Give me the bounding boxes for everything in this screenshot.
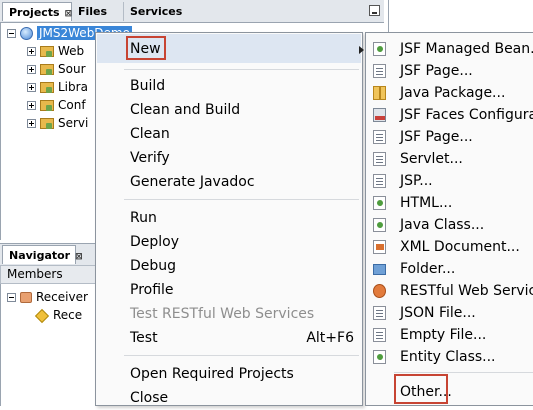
menu-item-run[interactable]: Run: [130, 208, 157, 230]
tree-node-label: Web: [58, 44, 85, 58]
menu-item-verify[interactable]: Verify: [130, 148, 170, 170]
empty-file-icon: [373, 328, 386, 342]
menu-item-clean[interactable]: Clean: [130, 124, 170, 146]
menu-separator: [394, 372, 533, 373]
jsp-icon: [373, 174, 386, 188]
field-icon: [34, 308, 50, 323]
submenu-item-html[interactable]: HTML...: [400, 193, 452, 213]
submenu-item-java-class[interactable]: Java Class...: [400, 215, 484, 235]
tab-files-label: Files: [78, 5, 108, 18]
jsf-page-icon: [373, 64, 386, 78]
tree-node-services[interactable]: Servi: [27, 114, 88, 132]
tree-node-label: Servi: [58, 116, 89, 130]
rest-icon: [373, 284, 386, 298]
test-shortcut: Alt+F6: [306, 330, 354, 346]
expand-icon[interactable]: [27, 83, 36, 92]
tree-node-class[interactable]: Receiver: [7, 288, 88, 306]
menu-item-build[interactable]: Build: [130, 76, 165, 98]
expand-icon[interactable]: [27, 65, 36, 74]
tree-node-libraries[interactable]: Libra: [27, 78, 88, 96]
submenu-item-jsf-page-2[interactable]: JSF Page...: [400, 127, 473, 147]
tree-node-label: Sour: [58, 62, 86, 76]
tab-navigator[interactable]: Navigator ⊠: [2, 245, 83, 264]
tab-projects[interactable]: Projects ⊠: [2, 2, 72, 21]
faces-config-icon: [373, 108, 386, 122]
submenu-item-java-package[interactable]: Java Package...: [400, 83, 505, 103]
expand-icon[interactable]: [27, 119, 36, 128]
tab-services-label: Services: [130, 5, 183, 18]
server-folder-icon: [40, 118, 54, 129]
submenu-item-xml-document[interactable]: XML Document...: [400, 237, 520, 257]
submenu-item-jsf-page[interactable]: JSF Page...: [400, 61, 473, 81]
menu-item-deploy[interactable]: Deploy: [130, 232, 179, 254]
tab-projects-label: Projects: [9, 6, 60, 19]
navigator-tree: Receiver Rece: [0, 284, 101, 406]
folder-icon: [373, 264, 386, 275]
submenu-item-servlet[interactable]: Servlet...: [400, 149, 463, 169]
tree-node-label: Libra: [58, 80, 88, 94]
tab-navigator-label: Navigator: [9, 249, 71, 262]
close-icon[interactable]: ⊠: [75, 252, 83, 262]
managed-bean-icon: [373, 42, 386, 56]
expand-icon[interactable]: [27, 101, 36, 110]
jsf-page-icon: [373, 130, 386, 144]
members-dropdown[interactable]: Members: [0, 265, 100, 284]
submenu-item-jsf-managed-bean[interactable]: JSF Managed Bean...: [400, 39, 533, 59]
java-class-icon: [373, 218, 386, 232]
tree-node-label: Receiver: [36, 290, 88, 304]
menu-item-test-restful: Test RESTful Web Services: [130, 306, 315, 322]
libraries-folder-icon: [40, 82, 54, 93]
submenu-item-json-file[interactable]: JSON File...: [400, 303, 476, 323]
submenu-item-entity-class[interactable]: Entity Class...: [400, 347, 496, 367]
submenu-item-faces-configuration[interactable]: JSF Faces Configurati: [400, 105, 533, 125]
menu-separator: [124, 69, 359, 70]
tree-node-member[interactable]: Rece: [34, 306, 83, 324]
submenu-arrow-icon: [359, 46, 364, 54]
collapse-icon[interactable]: [7, 293, 16, 302]
servlet-icon: [373, 152, 386, 166]
menu-item-generate-javadoc[interactable]: Generate Javadoc: [130, 172, 255, 194]
class-icon: [20, 292, 32, 303]
html-icon: [373, 196, 386, 210]
menu-separator: [124, 199, 359, 200]
submenu-item-jsp[interactable]: JSP...: [400, 171, 433, 191]
source-folder-icon: [40, 64, 54, 75]
entity-class-icon: [373, 350, 386, 364]
members-label: Members: [7, 267, 63, 281]
new-submenu: JSF Managed Bean... JSF Page... Java Pac…: [365, 32, 533, 406]
tree-node-sources[interactable]: Sour: [27, 60, 86, 78]
submenu-item-empty-file[interactable]: Empty File...: [400, 325, 486, 345]
submenu-item-restful-web-service[interactable]: RESTful Web Service: [400, 281, 533, 301]
menu-item-clean-and-build[interactable]: Clean and Build: [130, 100, 240, 122]
menu-separator: [124, 355, 359, 356]
new-highlight-box: [126, 36, 166, 60]
other-highlight-box: [394, 374, 448, 404]
config-folder-icon: [40, 100, 54, 111]
minimize-icon[interactable]: [369, 5, 380, 16]
xml-icon: [373, 240, 386, 254]
editor-tab-strip: [388, 0, 533, 34]
menu-item-close[interactable]: Close: [130, 388, 168, 410]
projects-tab-bar: Projects ⊠ Files Services: [0, 0, 384, 23]
menu-item-profile[interactable]: Profile: [130, 280, 174, 302]
expand-icon[interactable]: [27, 47, 36, 56]
submenu-item-folder[interactable]: Folder...: [400, 259, 455, 279]
web-pages-folder-icon: [40, 46, 54, 57]
project-context-menu: New Build Clean and Build Clean Verify G…: [95, 32, 364, 406]
menu-item-debug[interactable]: Debug: [130, 256, 176, 278]
package-icon: [373, 86, 386, 100]
collapse-icon[interactable]: [7, 29, 16, 38]
tree-node-web[interactable]: Web: [27, 42, 84, 60]
tab-services[interactable]: Services: [124, 2, 204, 21]
web-project-icon: [20, 27, 33, 40]
tree-node-label: Conf: [58, 98, 86, 112]
tree-node-configuration[interactable]: Conf: [27, 96, 86, 114]
menu-item-test[interactable]: Test: [130, 328, 158, 350]
tab-files[interactable]: Files: [72, 2, 124, 21]
menu-item-open-required-projects[interactable]: Open Required Projects: [130, 364, 294, 386]
navigator-tab-bar: Navigator ⊠: [0, 243, 100, 266]
json-icon: [373, 306, 386, 320]
tree-node-label: Rece: [53, 308, 83, 322]
